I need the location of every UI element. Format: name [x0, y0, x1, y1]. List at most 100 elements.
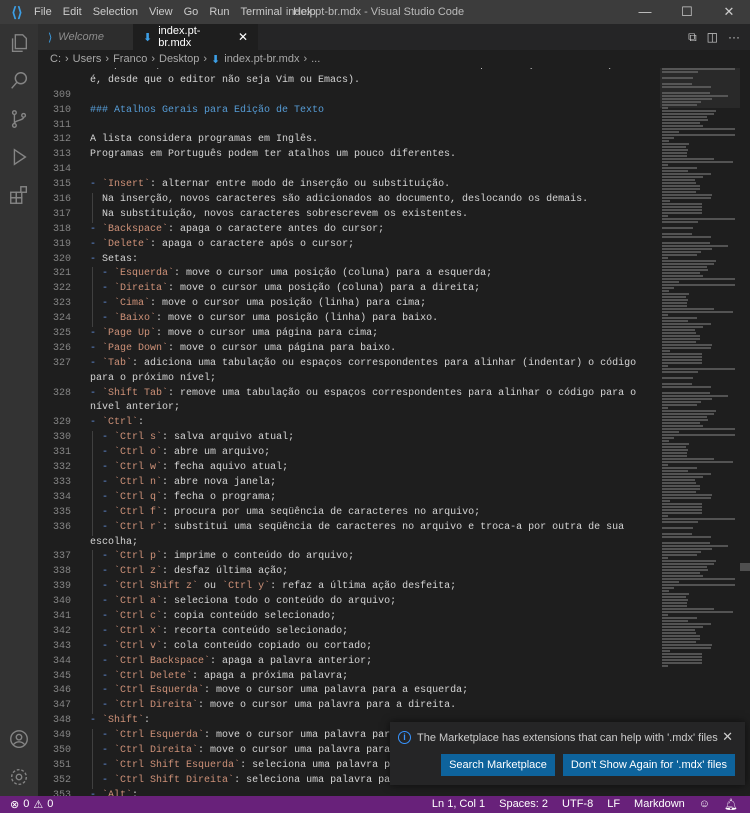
- menu-go[interactable]: Go: [184, 6, 199, 18]
- breadcrumb-item[interactable]: Desktop: [159, 53, 199, 65]
- code-line[interactable]: 323 - `Cima`: move o cursor uma posição …: [38, 297, 658, 313]
- minimap[interactable]: [660, 68, 740, 796]
- notifications-bell-icon[interactable]: 🔔︎: [724, 798, 738, 811]
- close-tab-icon[interactable]: ✕: [238, 30, 248, 44]
- menu-help[interactable]: Help: [293, 6, 316, 18]
- code-line[interactable]: 330 - `Ctrl s`: salva arquivo atual;: [38, 431, 658, 447]
- code-line[interactable]: 334 - `Ctrl q`: fecha o programa;: [38, 490, 658, 506]
- breadcrumb-item[interactable]: index.pt-br.mdx: [224, 53, 299, 65]
- indentation[interactable]: Spaces: 2: [499, 798, 548, 811]
- code-line[interactable]: 325 - `Page Up`: move o cursor uma página…: [38, 327, 658, 342]
- menu-edit[interactable]: Edit: [63, 6, 82, 18]
- code-line[interactable]: 324 - `Baixo`: move o cursor uma posição…: [38, 312, 658, 328]
- code-line[interactable]: 341 - `Ctrl c`: copia conteúdo seleciona…: [38, 609, 658, 625]
- warning-count: 0: [47, 798, 54, 810]
- code-line[interactable]: 327 - `Tab`: adiciona uma tabulação ou es…: [38, 357, 658, 372]
- language-mode[interactable]: Markdown: [634, 798, 685, 811]
- code-line[interactable]: 321 - `Esquerda`: move o cursor uma posi…: [38, 267, 658, 283]
- code-line[interactable]: 317 Na substituição, novos caracteres so…: [38, 207, 658, 223]
- code-line[interactable]: 344 - `Ctrl Backspace`: apaga a palavra …: [38, 654, 658, 670]
- breadcrumb-item[interactable]: Franco: [113, 53, 147, 65]
- menu-selection[interactable]: Selection: [93, 6, 138, 18]
- code-line[interactable]: 315 - `Insert`: alternar entre modo de in…: [38, 178, 658, 193]
- code-line[interactable]: 345 - `Ctrl Delete`: apaga a próxima pal…: [38, 669, 658, 685]
- menu-run[interactable]: Run: [209, 6, 229, 18]
- code-line[interactable]: 343 - `Ctrl v`: cola conteúdo copiado ou…: [38, 639, 658, 655]
- end-of-line[interactable]: LF: [607, 798, 620, 811]
- code-line[interactable]: 326 - `Page Down`: move o cursor uma pági…: [38, 342, 658, 357]
- feedback-icon[interactable]: ☺: [699, 798, 710, 811]
- dont-show-again-button[interactable]: Don't Show Again for '.mdx' files: [562, 754, 735, 776]
- close-notification-icon[interactable]: ✕: [722, 729, 733, 745]
- code-line[interactable]: 309: [38, 89, 658, 104]
- code-line[interactable]: 336 - `Ctrl r`: substitui uma seqüência …: [38, 520, 658, 536]
- code-line[interactable]: 312 A lista considera programas em Inglês…: [38, 133, 658, 148]
- code-line[interactable]: 340 - `Ctrl a`: seleciona todo o conteúd…: [38, 595, 658, 610]
- code-line[interactable]: 337 - `Ctrl p`: imprime o conteúdo do ar…: [38, 550, 658, 566]
- code-line[interactable]: 331 - `Ctrl o`: abre um arquivo;: [38, 446, 658, 462]
- vertical-scrollbar[interactable]: [740, 68, 750, 796]
- code-line[interactable]: 316 Na inserção, novos caracteres são ad…: [38, 193, 658, 208]
- code-line[interactable]: 328 - `Shift Tab`: remove uma tabulação o…: [38, 387, 658, 402]
- extensions-icon[interactable]: [0, 176, 38, 214]
- code-line[interactable]: é, desde que o editor não seja Vim ou Em…: [38, 74, 658, 89]
- close-window-icon[interactable]: ✕: [708, 0, 750, 24]
- breadcrumb-item[interactable]: ...: [311, 53, 320, 65]
- encoding[interactable]: UTF-8: [562, 798, 593, 811]
- source-control-icon[interactable]: [0, 100, 38, 138]
- code-line[interactable]: 318 - `Backspace`: apaga o caractere ante…: [38, 223, 658, 238]
- cursor-position[interactable]: Ln 1, Col 1: [432, 798, 485, 811]
- code-line[interactable]: 314: [38, 163, 658, 178]
- code-line[interactable]: 338 - `Ctrl z`: desfaz última ação;: [38, 565, 658, 581]
- minimap-line: [662, 431, 679, 433]
- settings-gear-icon[interactable]: [0, 758, 38, 796]
- code-line[interactable]: nível anterior;: [38, 401, 658, 416]
- breadcrumb-item[interactable]: Users: [73, 53, 102, 65]
- minimap-line: [662, 635, 700, 637]
- code-line[interactable]: 329 - `Ctrl`:: [38, 416, 658, 431]
- code-line[interactable]: 339 - `Ctrl Shift z` ou `Ctrl y`: refaz …: [38, 580, 658, 596]
- code-line[interactable]: 333 - `Ctrl n`: abre nova janela;: [38, 475, 658, 491]
- tab-index-pt-br-mdx[interactable]: ⬇ index.pt-br.mdx ✕: [133, 24, 258, 50]
- code-line[interactable]: 353 - `Alt`:: [38, 789, 658, 796]
- code-line[interactable]: escolha;: [38, 536, 658, 551]
- problems-status[interactable]: ⊗ 0 ⚠ 0: [0, 798, 53, 811]
- code-line[interactable]: 347 - `Ctrl Direita`: move o cursor uma …: [38, 699, 658, 715]
- code-line[interactable]: para o próximo nível;: [38, 372, 658, 387]
- minimap-line: [662, 326, 703, 328]
- breadcrumb-item[interactable]: C:: [50, 53, 61, 65]
- search-icon[interactable]: [0, 62, 38, 100]
- line-number: 326: [52, 342, 71, 354]
- code-line[interactable]: 311: [38, 119, 658, 134]
- accounts-icon[interactable]: [0, 720, 38, 758]
- code-line[interactable]: 332 - `Ctrl w`: fecha aquivo atual;: [38, 461, 658, 476]
- minimap-line: [662, 440, 670, 442]
- tab-welcome[interactable]: ⟩ Welcome: [38, 24, 133, 50]
- line-text: - `Ctrl Shift z` ou `Ctrl y`: refaz a úl…: [102, 581, 457, 593]
- line-text: ### Atalhos Gerais para Edição de Texto: [90, 104, 325, 116]
- menu-terminal[interactable]: Terminal: [241, 6, 283, 18]
- code-line[interactable]: 319 - `Delete`: apaga o caractere após o …: [38, 238, 658, 253]
- search-marketplace-button[interactable]: Search Marketplace: [441, 754, 555, 776]
- line-number: 348: [52, 715, 71, 727]
- code-line[interactable]: 322 - `Direita`: move o cursor uma posiç…: [38, 282, 658, 298]
- line-text: - `Ctrl`:: [90, 417, 145, 429]
- maximize-icon[interactable]: ☐: [666, 0, 708, 24]
- code-editor[interactable]: 308se aprendeu, vários deles funcionam d…: [38, 68, 658, 796]
- code-line[interactable]: 346 - `Ctrl Esquerda`: move o cursor uma…: [38, 684, 658, 700]
- minimap-line: [662, 572, 701, 574]
- scrollbar-thumb[interactable]: [740, 563, 750, 571]
- menu-view[interactable]: View: [149, 6, 173, 18]
- run-debug-icon[interactable]: [0, 138, 38, 176]
- code-line[interactable]: 310 ### Atalhos Gerais para Edição de Tex…: [38, 104, 658, 119]
- open-preview-icon[interactable]: ⧉: [688, 30, 697, 45]
- code-line[interactable]: 313 Programas em Português podem ter atal…: [38, 148, 658, 163]
- code-line[interactable]: 335 - `Ctrl f`: procura por uma seqüênci…: [38, 505, 658, 521]
- split-editor-icon[interactable]: ◫: [707, 30, 718, 44]
- explorer-icon[interactable]: [0, 24, 38, 62]
- code-line[interactable]: 320 - Setas:: [38, 253, 658, 268]
- minimize-icon[interactable]: —: [624, 0, 666, 24]
- more-actions-icon[interactable]: ···: [728, 30, 740, 44]
- code-line[interactable]: 342 - `Ctrl x`: recorta conteúdo selecio…: [38, 624, 658, 640]
- menu-file[interactable]: File: [34, 6, 52, 18]
